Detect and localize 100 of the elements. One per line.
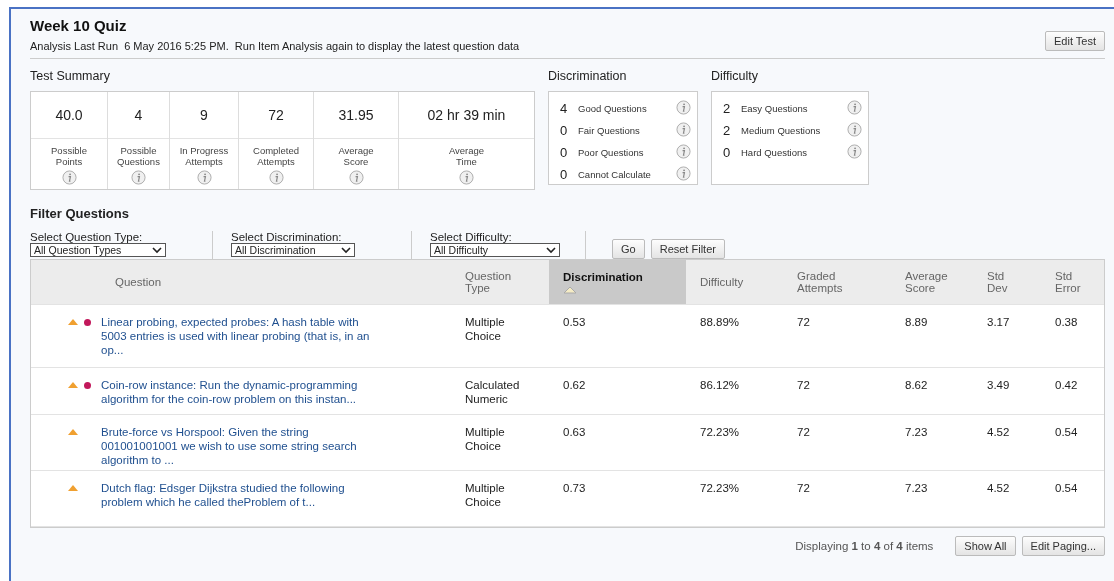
question-link[interactable]: Coin-row instance: Run the dynamic-programming algorithm for the coin-row problem on this instan... bbox=[101, 378, 381, 406]
table-cell-text: Multiple Choice bbox=[464, 315, 506, 344]
info-icon[interactable] bbox=[61, 170, 77, 185]
info-icon[interactable] bbox=[676, 100, 691, 115]
question-link[interactable]: Brute-force vs Horspool: Given the string 001001001001 we wish to use some string search algorithm to ... bbox=[101, 425, 381, 467]
table-cell-text: 72 bbox=[796, 425, 811, 440]
stat-label: Average Score bbox=[337, 145, 375, 167]
count: 2 bbox=[723, 100, 732, 116]
table-cell-text: 7.23 bbox=[904, 425, 929, 440]
section-heading: Test Summary bbox=[30, 69, 111, 83]
stat-value: 9 bbox=[170, 92, 238, 139]
table-cell-text: 7.23 bbox=[904, 481, 929, 496]
stat-label: Completed Attempts bbox=[252, 145, 300, 167]
edit-paging-button[interactable]: Edit Paging... bbox=[1021, 536, 1105, 556]
select-label: Select Question Type: bbox=[30, 231, 143, 243]
table-cell-text: 3.49 bbox=[986, 378, 1011, 393]
stat-label: Possible Questions bbox=[116, 145, 161, 167]
table-cell-text: 72.23% bbox=[699, 481, 740, 496]
section-heading: Difficulty bbox=[711, 69, 759, 83]
chevron-down-icon bbox=[152, 246, 162, 254]
analysis-info: Analysis Last Run 6 May 2016 5:25 PM. Run Item Analysis again to display the latest question data bbox=[30, 40, 520, 52]
stat-value: 02 hr 39 min bbox=[399, 92, 534, 139]
column-header[interactable]: Std Dev bbox=[973, 260, 1041, 304]
select-label: Select Discrimination: bbox=[231, 231, 342, 243]
table-cell-text: 3.17 bbox=[986, 315, 1011, 330]
info-icon[interactable] bbox=[348, 170, 364, 185]
count: 2 bbox=[723, 122, 732, 138]
stat-label: Average Time bbox=[447, 145, 486, 167]
info-icon[interactable] bbox=[676, 122, 691, 137]
stat-value: 72 bbox=[239, 92, 313, 139]
table-cell-text: 4.52 bbox=[986, 481, 1011, 496]
filter-select[interactable]: All Discrimination bbox=[231, 243, 355, 257]
question-link[interactable]: Dutch flag: Edsger Dijkstra studied the following problem which he called theProblem of t... bbox=[101, 481, 381, 509]
reset-filter-button[interactable]: Reset Filter bbox=[650, 239, 725, 259]
table-cell-text: 0.62 bbox=[562, 378, 587, 393]
table-cell-text: 8.62 bbox=[904, 378, 929, 393]
filter-select[interactable]: All Question Types bbox=[30, 243, 166, 257]
section-heading: Filter Questions bbox=[30, 206, 130, 221]
page-title: Week 10 Quiz bbox=[30, 17, 128, 34]
table-cell-text: 0.63 bbox=[562, 425, 587, 440]
info-icon[interactable] bbox=[268, 170, 284, 185]
info-icon[interactable] bbox=[676, 166, 691, 181]
count-label: Hard Questions bbox=[741, 146, 808, 158]
table-cell-text: Multiple Choice bbox=[464, 425, 506, 454]
table-cell-text: 8.89 bbox=[904, 315, 929, 330]
chevron-down-icon bbox=[546, 246, 556, 254]
count: 0 bbox=[723, 144, 732, 160]
edit-test-button[interactable]: Edit Test bbox=[1045, 31, 1105, 51]
column-header[interactable]: Discrimination bbox=[549, 260, 686, 304]
info-icon[interactable] bbox=[847, 144, 862, 159]
stat-value: 31.95 bbox=[314, 92, 398, 139]
table-cell-text: 0.73 bbox=[562, 481, 587, 496]
stat-value: 40.0 bbox=[31, 92, 107, 139]
count: 0 bbox=[560, 122, 569, 138]
info-icon[interactable] bbox=[847, 122, 862, 137]
count: 0 bbox=[560, 166, 569, 182]
info-icon[interactable] bbox=[847, 100, 862, 115]
table-cell-text: Calculated Numeric bbox=[464, 378, 521, 407]
count-label: Poor Questions bbox=[578, 146, 645, 158]
count: 4 bbox=[560, 100, 569, 116]
count-label: Good Questions bbox=[578, 102, 648, 114]
table-cell-text: 72 bbox=[796, 315, 811, 330]
table-cell-text: 4.52 bbox=[986, 425, 1011, 440]
column-header[interactable]: Question Type bbox=[451, 260, 549, 304]
table-cell-text: 0.54 bbox=[1054, 481, 1079, 496]
paging-status: Displaying 1 to 4 of 4 items bbox=[795, 540, 934, 552]
info-icon[interactable] bbox=[676, 144, 691, 159]
info-icon[interactable] bbox=[196, 170, 212, 185]
table-cell-text: 86.12% bbox=[699, 378, 740, 393]
table-cell-text: Multiple Choice bbox=[464, 481, 506, 510]
info-icon[interactable] bbox=[131, 170, 146, 185]
count-label: Cannot Calculate bbox=[578, 168, 652, 180]
table-cell-text: 88.89% bbox=[699, 315, 740, 330]
column-header[interactable]: Question bbox=[101, 260, 451, 304]
go-button[interactable]: Go bbox=[612, 239, 645, 259]
column-header[interactable]: Difficulty bbox=[686, 260, 783, 304]
table-cell-text: 0.53 bbox=[562, 315, 587, 330]
table-cell-text: 72.23% bbox=[699, 425, 740, 440]
select-label: Select Difficulty: bbox=[430, 231, 512, 243]
column-header[interactable]: Average Score bbox=[891, 260, 973, 304]
question-link[interactable]: Linear probing, expected probes: A hash table with 5003 entries is used with linear probing (that is, in an op... bbox=[101, 315, 381, 357]
stat-label: In Progress Attempts bbox=[178, 145, 230, 167]
count-label: Easy Questions bbox=[741, 102, 809, 114]
sort-up-icon bbox=[563, 285, 577, 294]
chevron-down-icon bbox=[341, 246, 351, 254]
section-heading: Discrimination bbox=[548, 69, 628, 83]
stat-value: 4 bbox=[108, 92, 169, 139]
table-cell-text: 0.38 bbox=[1054, 315, 1079, 330]
filter-select[interactable]: All Difficulty bbox=[430, 243, 560, 257]
column-header[interactable]: Std Error bbox=[1041, 260, 1104, 304]
count: 0 bbox=[560, 144, 569, 160]
table-cell-text: 0.42 bbox=[1054, 378, 1079, 393]
count-label: Medium Questions bbox=[741, 124, 822, 136]
column-header[interactable]: Graded Attempts bbox=[783, 260, 891, 304]
info-icon[interactable] bbox=[459, 170, 474, 185]
count-label: Fair Questions bbox=[578, 124, 641, 136]
show-all-button[interactable]: Show All bbox=[955, 536, 1016, 556]
table-cell-text: 72 bbox=[796, 481, 811, 496]
stat-label: Possible Points bbox=[50, 145, 88, 167]
table-cell-text: 72 bbox=[796, 378, 811, 393]
